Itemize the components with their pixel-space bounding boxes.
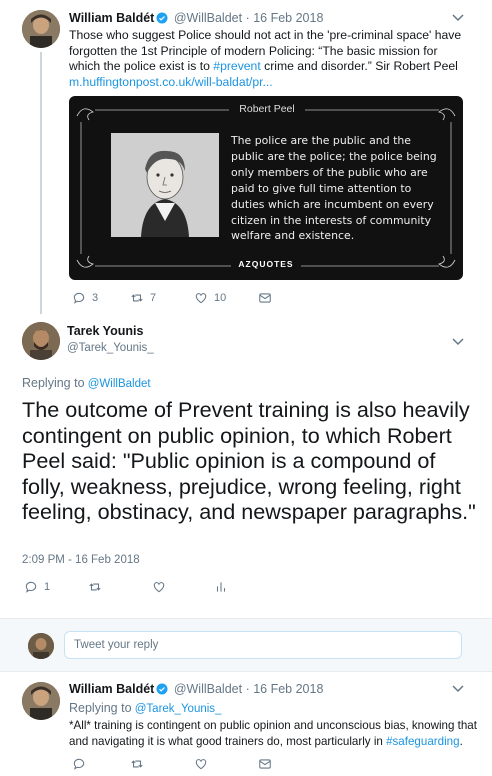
portrait-image xyxy=(111,133,219,237)
replying-to: Replying to @Tarek_Younis_ xyxy=(69,701,221,715)
tweet-date[interactable]: 16 Feb 2018 xyxy=(253,682,323,696)
tweet-actions xyxy=(72,757,272,771)
reply-composer: Tweet your reply xyxy=(0,619,492,671)
reply-input-placeholder: Tweet your reply xyxy=(74,639,159,651)
tweet-header: William Baldét @WillBaldet · 16 Feb 2018 xyxy=(69,682,323,696)
like-button[interactable]: 10 xyxy=(194,291,258,305)
reply-button[interactable]: 1 xyxy=(24,580,88,594)
replying-to-handle[interactable]: @WillBaldet xyxy=(88,378,151,390)
reply-icon xyxy=(73,292,85,304)
thread-connector-line xyxy=(40,52,42,314)
hashtag-link[interactable]: #safeguarding xyxy=(386,735,460,748)
reply-icon xyxy=(73,758,85,770)
verified-badge-icon xyxy=(156,683,168,695)
tweet-text: Those who suggest Police should not act … xyxy=(69,28,469,90)
tweet-text-part: . xyxy=(459,735,463,748)
message-icon xyxy=(259,293,271,303)
current-user-avatar[interactable] xyxy=(28,633,54,659)
reply-icon xyxy=(25,581,37,593)
tweet-actions: 3 7 10 xyxy=(72,291,272,305)
quote-image-card[interactable]: Robert Peel The police are the public an… xyxy=(69,96,463,280)
message-icon xyxy=(259,759,271,769)
reply-button[interactable] xyxy=(72,757,130,771)
separator-dot: · xyxy=(245,682,250,696)
avatar-image xyxy=(22,682,60,720)
tweet-timestamp[interactable]: 2:09 PM - 16 Feb 2018 xyxy=(22,554,140,566)
quote-author: Robert Peel xyxy=(239,103,295,115)
author-handle[interactable]: @WillBaldet xyxy=(174,682,242,696)
replying-to: Replying to @WillBaldet xyxy=(22,376,151,390)
tweet-3[interactable]: William Baldét @WillBaldet · 16 Feb 2018… xyxy=(0,672,492,776)
hashtag-link[interactable]: #prevent xyxy=(213,59,260,73)
avatar[interactable] xyxy=(22,682,60,720)
avatar-image xyxy=(28,633,54,659)
tweet-text: *All* training is contingent on public o… xyxy=(69,718,479,750)
tweet-2-focused[interactable]: Tarek Younis @Tarek_Younis_ Replying to … xyxy=(0,312,492,602)
reply-button[interactable]: 3 xyxy=(72,291,130,305)
like-count: 10 xyxy=(214,292,227,304)
avatar-image xyxy=(22,10,60,48)
like-button[interactable] xyxy=(194,757,258,771)
replying-to-handle[interactable]: @Tarek_Younis_ xyxy=(135,703,222,715)
reply-count: 3 xyxy=(92,292,99,304)
avatar-image xyxy=(22,322,60,360)
retweet-icon xyxy=(131,760,143,768)
analytics-button[interactable] xyxy=(214,580,228,594)
retweet-icon xyxy=(89,583,101,591)
tweet-date[interactable]: 16 Feb 2018 xyxy=(253,11,323,25)
chevron-down-icon[interactable] xyxy=(452,685,464,693)
direct-message-button[interactable] xyxy=(258,757,272,771)
chevron-down-icon[interactable] xyxy=(452,338,464,346)
retweet-button[interactable]: 7 xyxy=(130,291,194,305)
analytics-icon xyxy=(216,582,226,592)
reply-input[interactable]: Tweet your reply xyxy=(64,631,462,659)
retweet-count: 7 xyxy=(150,292,157,304)
retweet-icon xyxy=(131,294,143,302)
avatar[interactable] xyxy=(22,10,60,48)
tweet-header: William Baldét @WillBaldet · 16 Feb 2018 xyxy=(69,11,323,25)
quote-brand-logo: AZQUOTES xyxy=(238,259,294,269)
replying-to-label: Replying to xyxy=(69,701,132,715)
author-name[interactable]: Tarek Younis xyxy=(67,324,143,338)
avatar[interactable] xyxy=(22,322,60,360)
author-handle[interactable]: @WillBaldet xyxy=(174,11,242,25)
like-icon xyxy=(195,293,207,304)
replying-to-label: Replying to xyxy=(22,376,85,390)
quote-text: The police are the public and the public… xyxy=(231,134,437,243)
reply-count: 1 xyxy=(44,581,51,593)
direct-message-button[interactable] xyxy=(258,291,272,305)
author-handle[interactable]: @Tarek_Younis_ xyxy=(67,342,154,354)
tweet-text: The outcome of Prevent training is also … xyxy=(22,397,476,525)
retweet-button[interactable] xyxy=(88,580,152,594)
tweet-text-part: crime and disorder.” Sir Robert Peel xyxy=(260,59,458,73)
separator-dot: · xyxy=(245,11,250,25)
like-button[interactable] xyxy=(152,580,214,594)
author-name[interactable]: William Baldét xyxy=(69,682,154,696)
like-icon xyxy=(195,759,207,770)
verified-badge-icon xyxy=(156,12,168,24)
tweet-1[interactable]: William Baldét @WillBaldet · 16 Feb 2018… xyxy=(0,0,492,314)
like-icon xyxy=(153,582,165,593)
retweet-button[interactable] xyxy=(130,757,194,771)
chevron-down-icon[interactable] xyxy=(452,14,464,22)
author-name[interactable]: William Baldét xyxy=(69,11,154,25)
article-link[interactable]: m.huffingtonpost.co.uk/will-baldat/pr... xyxy=(69,75,273,89)
tweet-actions: 1 xyxy=(24,580,228,594)
